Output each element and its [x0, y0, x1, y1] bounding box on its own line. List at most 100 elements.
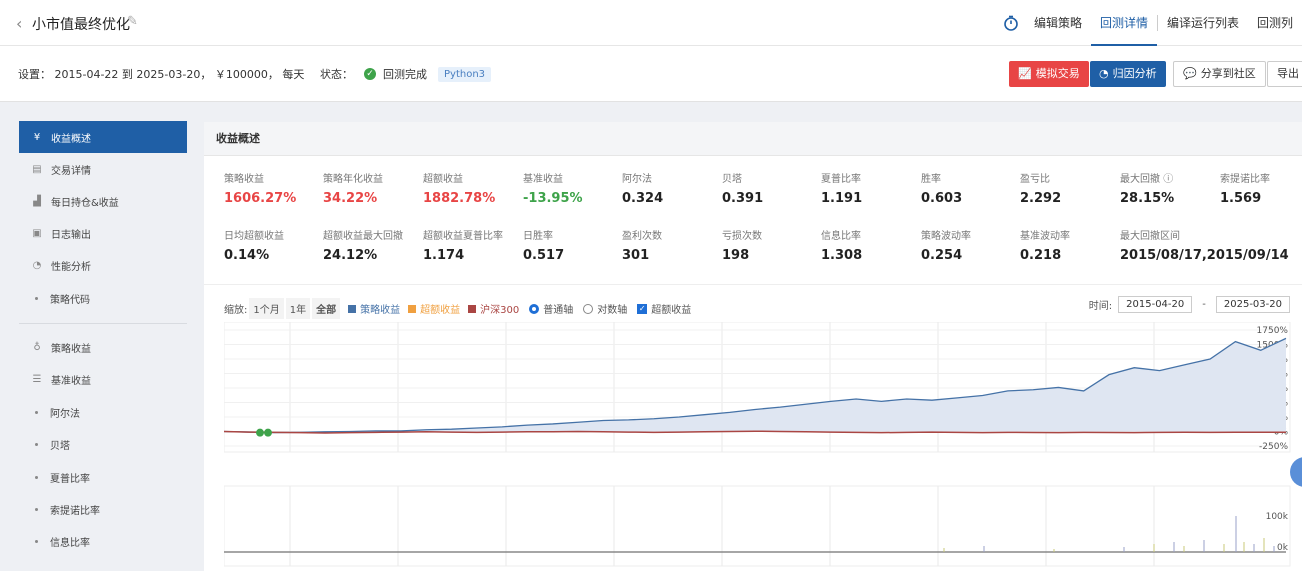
sidebar-item-information[interactable]: 信息比率: [19, 525, 187, 557]
pencil-icon[interactable]: ✎: [127, 14, 138, 29]
check-icon: ✓: [364, 68, 376, 80]
sidebar-item-overview[interactable]: ¥ 收益概述: [19, 121, 187, 153]
export-button[interactable]: 导出: [1267, 61, 1302, 87]
metric-loss-count: 亏损次数 198: [722, 227, 822, 263]
metric-strategy-return: 策略收益 1606.27%: [224, 170, 324, 206]
metric-label: 亏损次数: [722, 231, 762, 242]
metric-label: 夏普比率: [821, 174, 861, 185]
y-tick-label: -250%: [1259, 442, 1288, 452]
sidebar-item-performance[interactable]: ◔ 性能分析: [19, 249, 187, 281]
sidebar-item-label: 夏普比率: [50, 473, 90, 485]
metric-sharpe: 夏普比率 1.191: [821, 170, 921, 206]
legend-excess[interactable]: 超额收益: [420, 301, 460, 316]
sidebar-item-alpha[interactable]: 阿尔法: [19, 396, 187, 428]
returns-chart[interactable]: 1750%1500%1250%1000%750%500%250%0%-250%1…: [224, 322, 1298, 571]
zoom-1m-button[interactable]: 1个月: [249, 298, 284, 319]
top-nav: 编辑策略 回测详情 编译运行列表 回测列: [1003, 0, 1302, 46]
attribution-label: 归因分析: [1112, 67, 1157, 80]
metric-alpha: 阿尔法 0.324: [622, 170, 722, 206]
excess-checkbox[interactable]: ✓: [637, 303, 648, 314]
metric-label: 日胜率: [523, 231, 553, 242]
metric-value: 28.15%: [1120, 191, 1175, 206]
metric-value: 301: [622, 248, 650, 263]
metric-label: 策略波动率: [921, 231, 971, 242]
attribution-button[interactable]: ◔ 归因分析: [1090, 61, 1166, 87]
strategy-title: 小市值最终优化: [32, 17, 130, 33]
sidebar-item-positions[interactable]: ▟ 每日持仓&收益: [19, 185, 187, 217]
sidebar-item-label: 阿尔法: [50, 408, 80, 420]
bullet-icon: [35, 539, 38, 543]
bullet-icon: [35, 410, 38, 414]
radio-log-axis[interactable]: [583, 303, 594, 314]
bullet-icon: [35, 507, 38, 511]
metric-label-text: 最大回撤: [1120, 174, 1160, 185]
metric-beta: 贝塔 0.391: [722, 170, 822, 206]
start-date-input[interactable]: 2015-04-20: [1118, 296, 1193, 313]
comment-icon: 💬: [1183, 67, 1197, 80]
sidebar-item-log[interactable]: ▣ 日志输出: [19, 217, 187, 249]
radio-linear-axis[interactable]: [529, 303, 540, 314]
back-chevron-icon[interactable]: ‹: [16, 14, 22, 33]
bulb-icon: ♁: [33, 341, 41, 353]
metric-benchmark-volatility: 基准波动率 0.218: [1020, 227, 1120, 263]
nav-backtest-list[interactable]: 回测列: [1248, 0, 1302, 46]
help-icon[interactable]: ⓘ: [1163, 174, 1173, 185]
metric-value: 0.324: [622, 191, 664, 206]
volume-plot-area: [224, 485, 1291, 567]
stopwatch-icon: [1004, 15, 1018, 31]
zoom-1y-button[interactable]: 1年: [285, 298, 311, 319]
doc-icon: ▤: [32, 163, 42, 175]
sidebar-item-trades[interactable]: ▤ 交易详情: [19, 153, 187, 185]
sidebar-item-sortino[interactable]: 索提诺比率: [19, 493, 187, 525]
metric-label: 策略年化收益: [323, 174, 383, 185]
sidebar-item-beta[interactable]: 贝塔: [19, 428, 187, 460]
sidebar-item-code[interactable]: 策略代码: [19, 282, 187, 314]
metric-value: -13.95%: [523, 191, 583, 206]
sidebar-item-label: 交易详情: [51, 165, 91, 177]
metric-value: 1.569: [1220, 191, 1262, 206]
metric-value: 0.603: [921, 191, 963, 206]
date-separator: -: [1202, 299, 1206, 310]
end-date-input[interactable]: 2025-03-20: [1215, 296, 1290, 313]
nav-backtest-detail[interactable]: 回测详情: [1090, 0, 1157, 46]
share-button[interactable]: 💬 分享到社区: [1173, 61, 1266, 87]
sidebar-item-benchmark[interactable]: ☰ 基准收益: [19, 363, 187, 395]
metric-information-ratio: 信息比率 1.308: [821, 227, 921, 263]
chart-controls: 缩放: 1个月 1年 全部 策略收益 超额收益 沪深300 普通轴 对数轴 ✓ …: [224, 298, 691, 319]
metric-excess-max-drawdown: 超额收益最大回撤 24.12%: [323, 227, 423, 263]
y-tick-label: 1750%: [1257, 326, 1289, 336]
metric-label: 基准收益: [523, 174, 563, 185]
zoom-all-button[interactable]: 全部: [312, 298, 341, 319]
metric-label: 胜率: [921, 174, 941, 185]
excess-checkbox-label[interactable]: 超额收益: [651, 301, 691, 316]
log-axis-label[interactable]: 对数轴: [597, 301, 627, 316]
linear-axis-label[interactable]: 普通轴: [543, 301, 573, 316]
sidebar-item-label: 策略收益: [51, 343, 91, 355]
sidebar-item-sharpe[interactable]: 夏普比率: [19, 461, 187, 493]
metric-label: 最大回撤区间: [1120, 231, 1180, 242]
sidebar-item-strategy-returns[interactable]: ♁ 策略收益: [19, 331, 187, 363]
nav-compile-list[interactable]: 编译运行列表: [1158, 0, 1248, 46]
buy-marker: [264, 428, 272, 437]
nav-edit-strategy[interactable]: 编辑策略: [1025, 0, 1091, 46]
legend-benchmark[interactable]: 沪深300: [480, 301, 519, 316]
metric-label: 盈利次数: [622, 231, 662, 242]
sidebar-divider: [19, 323, 187, 324]
metric-value: 0.517: [523, 248, 565, 263]
volume-tick-label: 0k: [1277, 543, 1289, 553]
pie-icon: ◔: [1099, 67, 1109, 80]
overview-panel: 收益概述 策略收益 1606.27% 策略年化收益 34.22% 超额收益 1882.…: [204, 122, 1302, 571]
zoom-label: 缩放:: [224, 305, 248, 316]
metric-label: 盈亏比: [1020, 174, 1050, 185]
export-label: 导出: [1277, 67, 1299, 80]
metric-strategy-volatility: 策略波动率 0.254: [921, 227, 1021, 263]
sidebar-item-label: 信息比率: [50, 537, 90, 549]
metric-max-drawdown: 最大回撤 ⓘ 28.15%: [1120, 170, 1220, 206]
db-icon: ☰: [32, 373, 42, 385]
simulate-trade-button[interactable]: 📈 模拟交易: [1009, 61, 1089, 87]
time-label: 时间:: [1088, 301, 1113, 312]
metric-label: 阿尔法: [622, 174, 652, 185]
metric-excess-return: 超额收益 1882.78%: [423, 170, 523, 206]
legend-strategy[interactable]: 策略收益: [360, 301, 400, 316]
settings-bar: 设置： 2015-04-22 到 2025-03-20， ￥100000， 每天…: [0, 46, 1302, 102]
